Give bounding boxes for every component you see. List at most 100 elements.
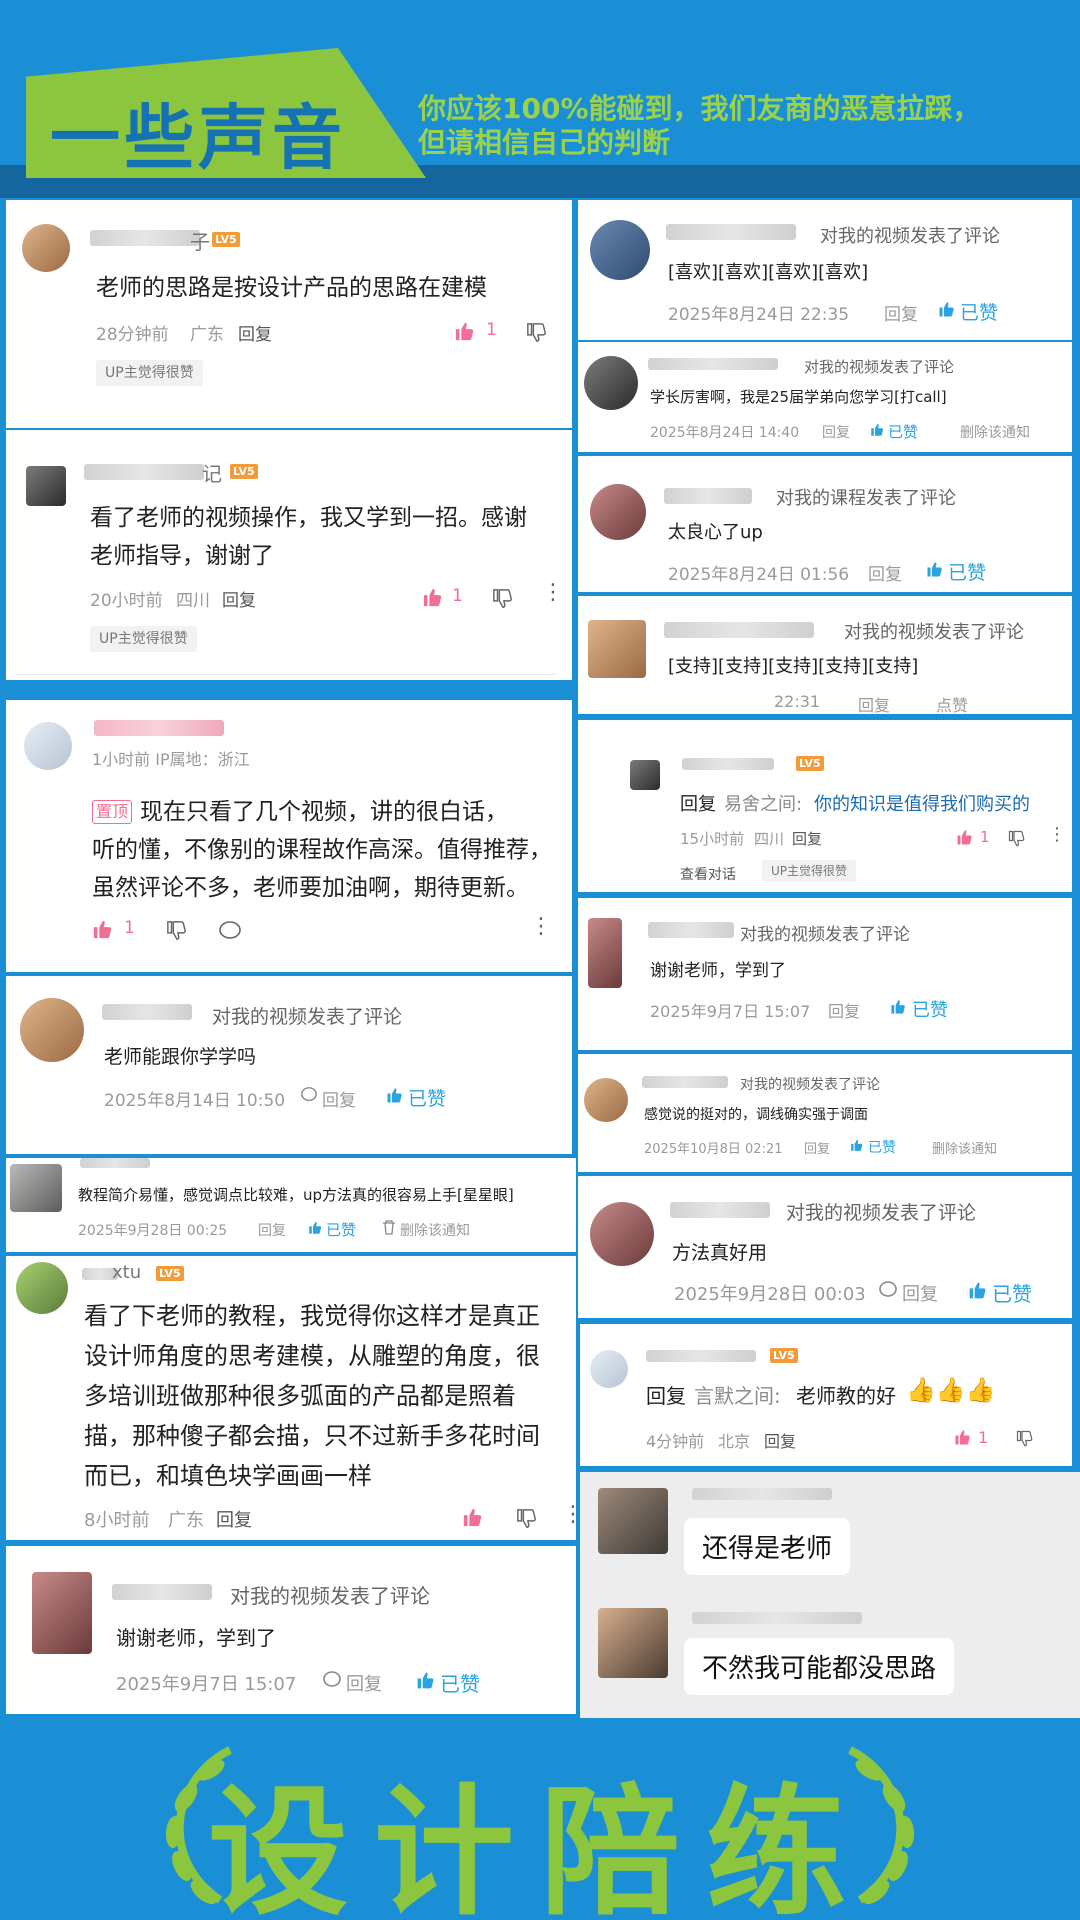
username-blurred[interactable]: [664, 488, 752, 504]
thumbs-up-icon[interactable]: [462, 1506, 484, 1528]
liked-status[interactable]: 已赞: [960, 298, 998, 325]
trash-icon[interactable]: [382, 1220, 396, 1235]
username-blurred[interactable]: [692, 1612, 862, 1624]
reply-button[interactable]: 回复: [858, 692, 890, 714]
reply-button[interactable]: 回复: [902, 1280, 938, 1306]
reply-button[interactable]: 回复: [222, 586, 256, 611]
username-blurred[interactable]: [90, 230, 200, 246]
thumbs-down-icon[interactable]: [166, 920, 188, 942]
username-blurred[interactable]: [94, 720, 224, 736]
username-blurred[interactable]: [84, 464, 204, 480]
thumbs-up-icon[interactable]: [422, 586, 444, 608]
username-blurred[interactable]: [670, 1202, 770, 1218]
liked-status[interactable]: 已赞: [992, 1278, 1032, 1307]
avatar[interactable]: [598, 1488, 668, 1554]
reply-button[interactable]: 回复: [804, 1138, 830, 1157]
thumbs-down-icon[interactable]: [516, 1508, 538, 1530]
reply-target[interactable]: 言默之间:: [694, 1380, 781, 1409]
avatar[interactable]: [590, 220, 650, 280]
username-blurred[interactable]: [642, 1076, 728, 1088]
reply-button[interactable]: 回复: [884, 300, 918, 325]
username-blurred[interactable]: [102, 1004, 192, 1020]
avatar[interactable]: [26, 466, 66, 506]
thumbs-up-icon[interactable]: [92, 918, 114, 940]
avatar[interactable]: [590, 484, 646, 540]
liked-status[interactable]: 已赞: [868, 1137, 896, 1157]
thumbs-up-icon[interactable]: [870, 422, 885, 437]
reply-bubble-icon[interactable]: [322, 1670, 342, 1690]
avatar[interactable]: [32, 1572, 92, 1654]
username-suffix[interactable]: 子: [190, 226, 210, 255]
reply-button[interactable]: 回复: [346, 1670, 382, 1696]
reply-button[interactable]: 回复: [868, 560, 902, 585]
liked-status[interactable]: 已赞: [408, 1084, 446, 1111]
avatar[interactable]: [590, 1202, 654, 1266]
delete-notice-button[interactable]: 删除该通知: [400, 1220, 470, 1240]
avatar[interactable]: [22, 224, 70, 272]
reply-button[interactable]: 回复: [792, 828, 822, 849]
avatar[interactable]: [598, 1608, 668, 1678]
liked-status[interactable]: 已赞: [440, 1668, 480, 1697]
thumbs-up-icon[interactable]: [954, 1428, 972, 1446]
comment-time: 8小时前: [84, 1510, 150, 1531]
thumbs-up-icon[interactable]: [938, 300, 956, 318]
comment-bubble-icon[interactable]: [218, 920, 242, 942]
avatar[interactable]: [24, 722, 72, 770]
delete-notice-button[interactable]: 删除该通知: [932, 1138, 997, 1157]
liked-status[interactable]: 已赞: [326, 1219, 356, 1240]
username-blurred[interactable]: [80, 1158, 150, 1168]
username-blurred[interactable]: [646, 1350, 756, 1362]
reply-bubble-icon[interactable]: [300, 1086, 318, 1104]
thumbs-up-icon[interactable]: [416, 1670, 436, 1690]
avatar[interactable]: [20, 998, 84, 1062]
liked-status[interactable]: 已赞: [888, 421, 918, 442]
username-blurred[interactable]: [692, 1488, 832, 1500]
reply-button[interactable]: 回复: [322, 1086, 356, 1111]
avatar[interactable]: [10, 1164, 62, 1212]
delete-notice-button[interactable]: 删除该通知: [960, 422, 1030, 442]
liked-status[interactable]: 已赞: [912, 996, 948, 1022]
avatar[interactable]: [16, 1262, 68, 1314]
reply-bubble-icon[interactable]: [878, 1280, 898, 1300]
reply-button[interactable]: 回复: [764, 1428, 796, 1452]
reply-target[interactable]: 易舍之间:: [724, 790, 802, 816]
thumbs-up-icon[interactable]: [968, 1280, 988, 1300]
username-blurred[interactable]: [648, 358, 778, 370]
thumbs-up-icon[interactable]: [890, 998, 907, 1015]
username-blurred[interactable]: [666, 224, 796, 240]
thumbs-up-icon[interactable]: [956, 828, 974, 846]
avatar[interactable]: [588, 620, 646, 678]
avatar[interactable]: [584, 356, 638, 410]
reply-button[interactable]: 回复: [216, 1506, 252, 1532]
thumbs-down-icon[interactable]: [1016, 1430, 1034, 1448]
like-button[interactable]: 点赞: [936, 692, 968, 714]
username-blurred[interactable]: [112, 1584, 212, 1600]
avatar[interactable]: [584, 1078, 628, 1122]
more-menu-icon[interactable]: ⋮: [530, 914, 552, 939]
username-blurred[interactable]: [664, 622, 814, 638]
reply-button[interactable]: 回复: [822, 422, 850, 442]
view-dialog-link[interactable]: 查看对话: [680, 864, 736, 884]
liked-status[interactable]: 已赞: [948, 558, 986, 585]
more-menu-icon[interactable]: ⋮: [1048, 824, 1066, 845]
thumbs-up-icon[interactable]: [308, 1220, 323, 1235]
reply-button[interactable]: 回复: [828, 998, 860, 1022]
thumbs-down-icon[interactable]: [492, 588, 514, 610]
thumbs-down-icon[interactable]: [1008, 830, 1026, 848]
reply-button[interactable]: 回复: [258, 1220, 286, 1240]
more-menu-icon[interactable]: ⋮: [542, 580, 564, 605]
thumbs-up-icon[interactable]: [454, 320, 476, 342]
thumbs-up-icon[interactable]: [386, 1086, 404, 1104]
thumbs-down-icon[interactable]: [526, 322, 548, 344]
avatar[interactable]: [588, 918, 622, 988]
username-blurred[interactable]: [648, 922, 734, 938]
username-suffix[interactable]: xtu: [112, 1262, 141, 1283]
more-menu-icon[interactable]: ⋮: [562, 1502, 576, 1527]
username-blurred[interactable]: [682, 758, 774, 770]
thumbs-up-icon[interactable]: [850, 1138, 864, 1152]
username-suffix[interactable]: 记: [202, 458, 222, 487]
avatar[interactable]: [590, 1350, 628, 1388]
reply-button[interactable]: 回复: [238, 320, 272, 345]
avatar[interactable]: [630, 760, 660, 790]
thumbs-up-icon[interactable]: [926, 560, 944, 578]
